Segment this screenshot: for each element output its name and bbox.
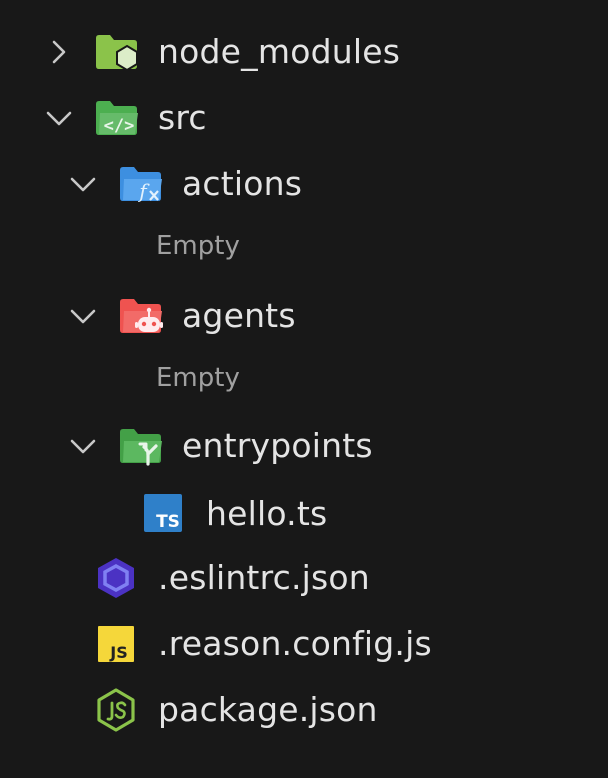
tree-item-hello-ts[interactable]: TS hello.ts: [0, 482, 608, 546]
tree-item-node-modules[interactable]: node_modules: [0, 20, 608, 84]
tree-item-src[interactable]: </> src: [0, 86, 608, 150]
tree-item-agents[interactable]: agents: [0, 284, 608, 348]
javascript-icon: JS: [96, 624, 136, 664]
tree-item-label: agents: [182, 296, 296, 335]
tree-item-eslintrc[interactable]: .eslintrc.json: [0, 546, 608, 610]
folder-node-icon: [94, 32, 140, 72]
typescript-icon: TS: [142, 492, 184, 534]
folder-src-icon: </>: [94, 98, 140, 138]
tree-item-package-json[interactable]: package.json: [0, 678, 608, 742]
folder-robot-icon: [118, 296, 164, 336]
tree-item-label: src: [158, 98, 207, 137]
chevron-down-icon[interactable]: [66, 299, 100, 333]
nodejs-icon: [94, 687, 138, 733]
folder-entry-icon: [118, 426, 164, 466]
tree-item-label: .eslintrc.json: [158, 558, 370, 597]
chevron-down-icon[interactable]: [66, 167, 100, 201]
chevron-right-icon[interactable]: [42, 35, 76, 69]
file-explorer-tree: node_modules </> src f actions Empty age…: [0, 0, 608, 778]
chevron-down-icon[interactable]: [42, 101, 76, 135]
tree-item-reason-config[interactable]: JS .reason.config.js: [0, 612, 608, 676]
chevron-down-icon[interactable]: [66, 429, 100, 463]
empty-folder-text: Empty: [156, 231, 240, 261]
empty-folder-text: Empty: [156, 363, 240, 393]
folder-functions-icon: f: [118, 164, 164, 204]
tree-item-label: .reason.config.js: [158, 624, 432, 663]
javascript-badge: JS: [109, 643, 127, 662]
tree-item-actions[interactable]: f actions: [0, 152, 608, 216]
svg-text:</>: </>: [104, 116, 135, 136]
eslint-icon: [94, 556, 138, 600]
typescript-badge: TS: [156, 512, 180, 532]
tree-item-label: package.json: [158, 690, 378, 729]
tree-item-label: entrypoints: [182, 426, 373, 465]
tree-item-label: hello.ts: [206, 494, 328, 533]
tree-item-label: node_modules: [158, 32, 401, 71]
tree-item-entrypoints[interactable]: entrypoints: [0, 414, 608, 478]
tree-item-label: actions: [182, 164, 303, 203]
